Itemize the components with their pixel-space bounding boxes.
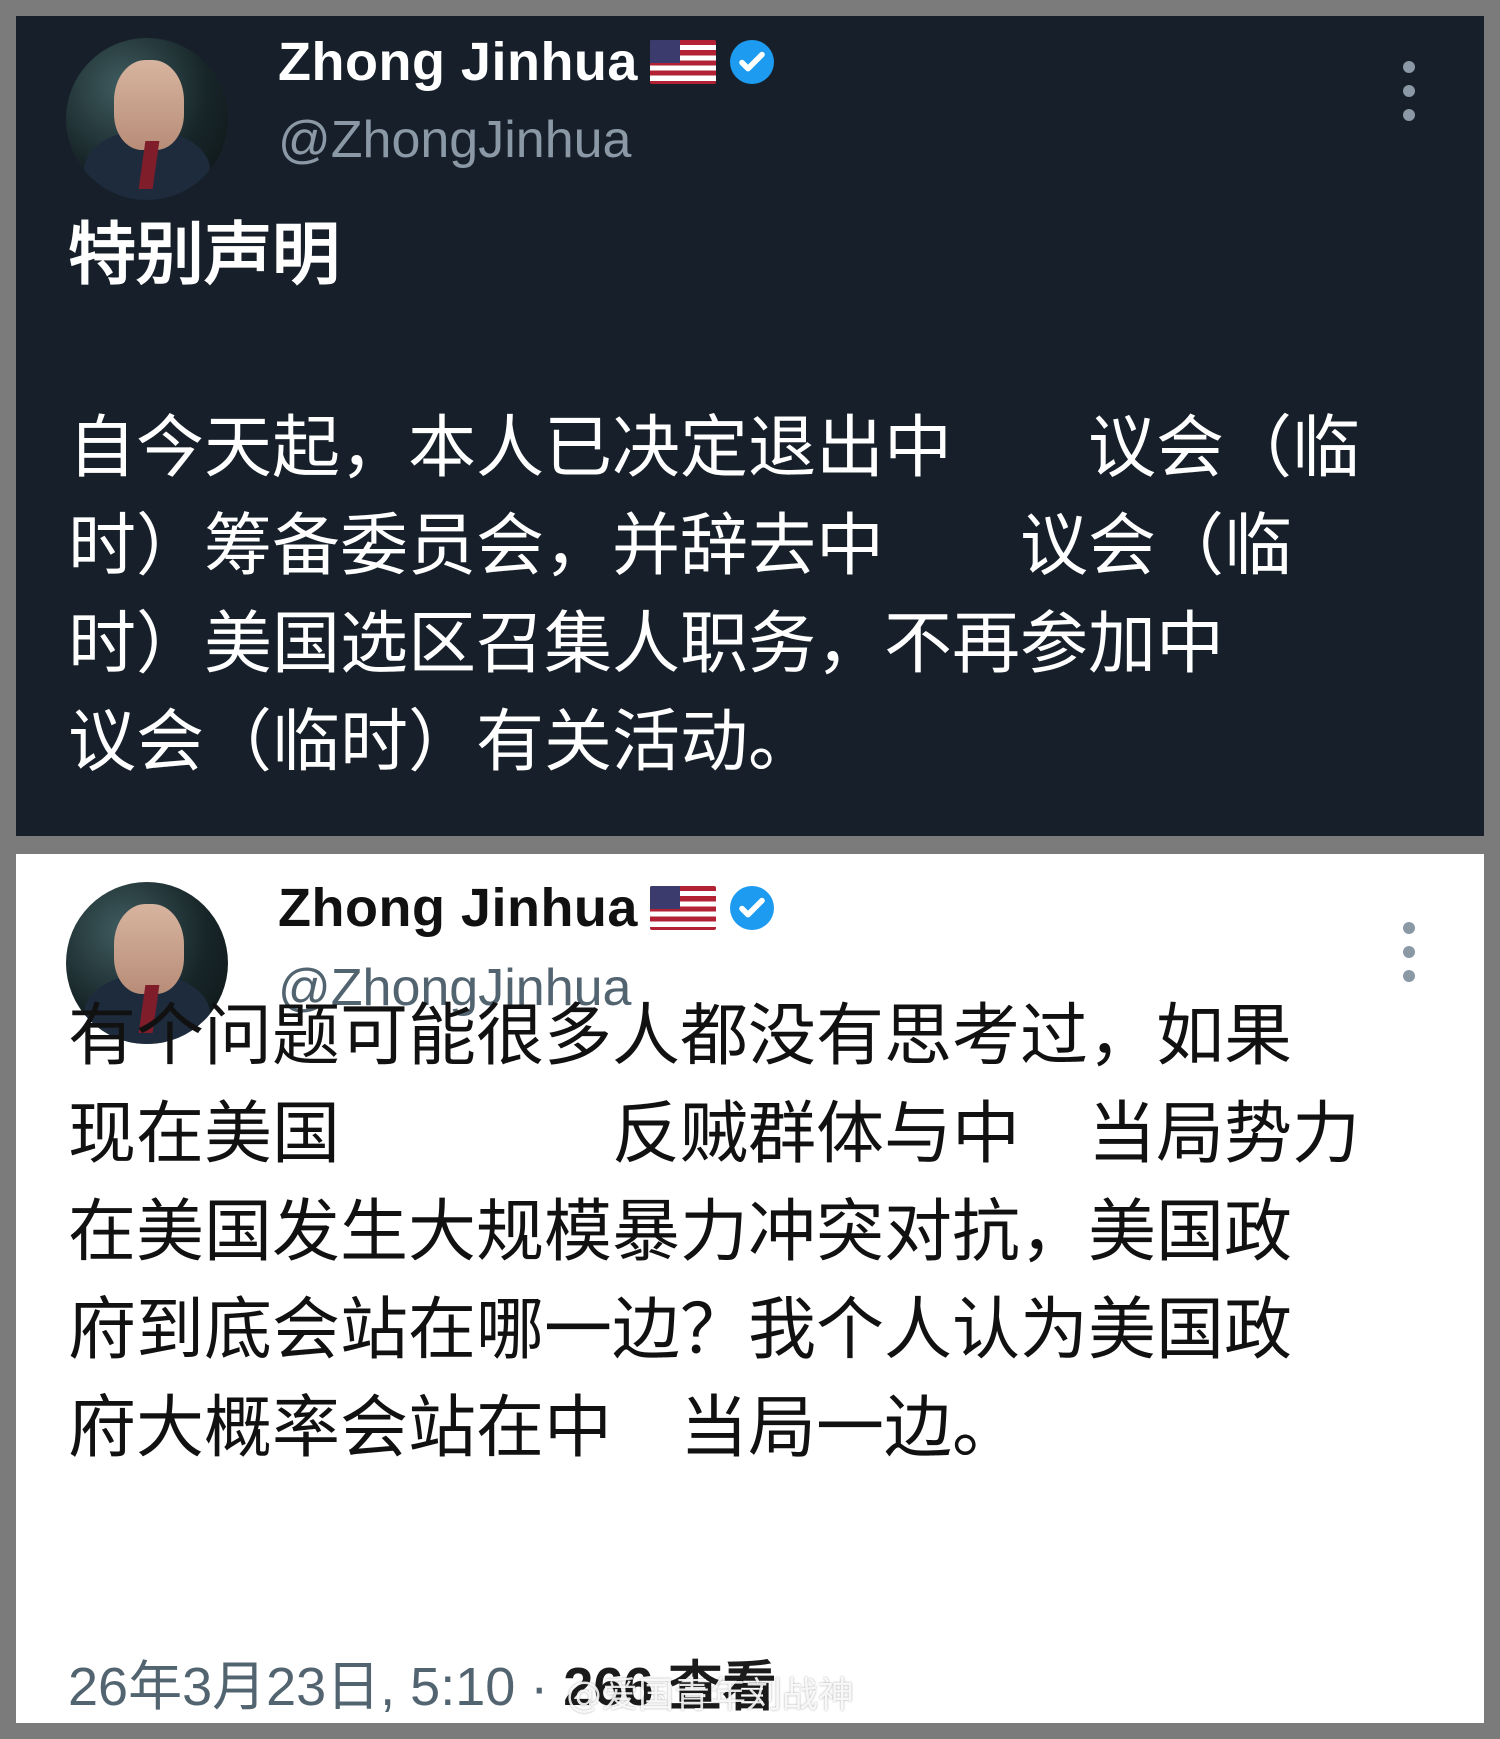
verified-badge-icon [729, 886, 774, 930]
tweet-card-dark: Zhong Jinhua @ZhongJinhua 特别声明 自今天起，本人已决… [16, 16, 1484, 836]
view-count[interactable]: 266 查看 [563, 1657, 776, 1717]
tweet-timestamp[interactable]: 26年3月23日, 5:10 · 266 查看 [68, 1642, 776, 1721]
account-handle[interactable]: @ZhongJinhua [278, 114, 631, 166]
tweet-line-4: 府到底会站在哪一边？我个人认为美国政 [68, 1291, 1293, 1370]
tweet-line-1-text: 自今天起，本人已决定退出中 议会（临 [68, 409, 1361, 488]
tweet-line-1: 自今天起，本人已决定退出中 议会（临 [68, 400, 1428, 498]
us-flag-icon [649, 40, 716, 84]
us-flag-icon [649, 886, 716, 930]
tweet-line-1: 有个问题可能很多人都没有思考过，如果 [68, 997, 1293, 1076]
tweet-body: 有个问题可能很多人都没有思考过，如果 现在美国 反贼群体与中 当局势力 在美国发… [68, 988, 1428, 1478]
tweet-line-4: 议会（临时）有关活动。 [68, 703, 817, 782]
tweet-line-2: 现在美国 反贼群体与中 当局势力 [68, 1095, 1361, 1174]
tweet-card-light: Zhong Jinhua @ZhongJinhua 有个问题可能很多人都没有思考… [16, 854, 1484, 1723]
timestamp-text[interactable]: 26年3月23日, 5:10 · [68, 1657, 548, 1717]
avatar[interactable] [66, 38, 228, 200]
display-name[interactable]: Zhong Jinhua [278, 35, 638, 89]
tweet-body: 自今天起，本人已决定退出中 议会（临 时）筹备委员会，并辞去中 议会（临 时）美… [68, 400, 1428, 792]
display-name[interactable]: Zhong Jinhua [278, 881, 638, 935]
tweet-line-5: 府大概率会站在中 当局一边。 [68, 1389, 1021, 1468]
verified-badge-icon [729, 40, 774, 84]
more-vert-icon[interactable] [1402, 922, 1416, 982]
tweet-title: 特别声明 [68, 216, 341, 295]
tweet-line-3: 在美国发生大规模暴力冲突对抗，美国政 [68, 1193, 1293, 1272]
account-name-row: Zhong Jinhua [278, 878, 776, 938]
account-name-row: Zhong Jinhua [278, 32, 776, 92]
tweet-line-2: 时）筹备委员会，并辞去中 议会（临 [68, 507, 1293, 586]
more-vert-icon[interactable] [1402, 61, 1416, 121]
tweet-line-3: 时）美国选区召集人职务，不再参加中 [68, 605, 1225, 684]
